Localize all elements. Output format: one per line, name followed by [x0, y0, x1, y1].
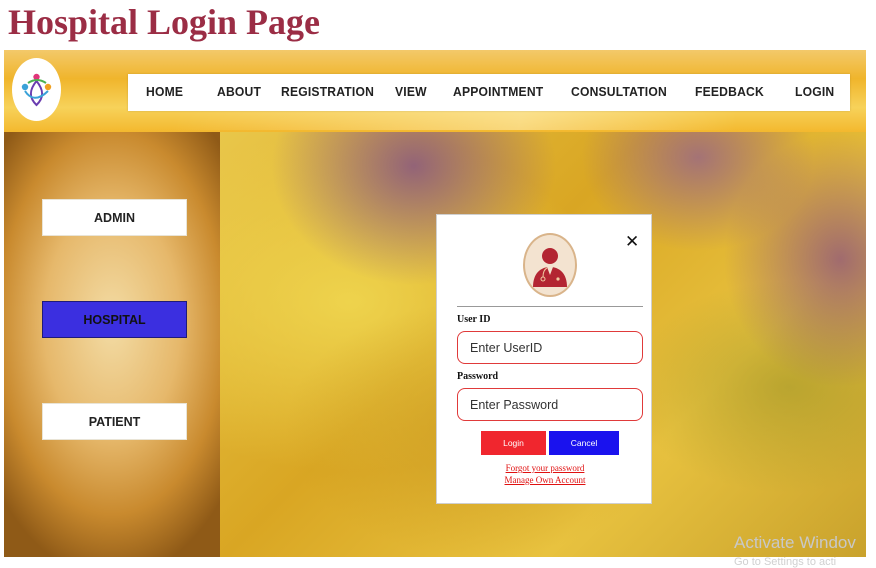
password-input[interactable] — [457, 388, 643, 421]
activate-windows-subtext: Go to Settings to acti — [734, 556, 837, 568]
manage-account-link[interactable]: Manage Own Account — [437, 475, 653, 485]
nav-about[interactable]: ABOUT — [217, 85, 261, 99]
sidebar-item-admin[interactable]: ADMIN — [42, 199, 187, 236]
nav-login[interactable]: LOGIN — [795, 85, 834, 99]
activate-windows-watermark: Activate Windov — [734, 533, 856, 552]
login-button[interactable]: Login — [481, 431, 546, 455]
role-sidebar: ADMIN HOSPITAL PATIENT — [4, 132, 220, 557]
userid-input[interactable] — [457, 331, 643, 364]
nav-appointment[interactable]: APPOINTMENT — [453, 85, 543, 99]
nav-feedback[interactable]: FEEDBACK — [695, 85, 764, 99]
modal-divider — [457, 306, 643, 307]
nav-registration[interactable]: REGISTRATION — [281, 85, 374, 99]
close-icon[interactable]: ✕ — [625, 232, 639, 252]
password-label: Password — [457, 371, 499, 382]
hospital-logo-icon — [21, 73, 52, 107]
userid-label: User ID — [457, 314, 491, 325]
nav-consultation[interactable]: CONSULTATION — [571, 85, 667, 99]
cancel-button[interactable]: Cancel — [549, 431, 619, 455]
login-modal: ✕ User ID Password Login Cancel Forgot y… — [436, 214, 652, 504]
nav-view[interactable]: VIEW — [395, 85, 427, 99]
forgot-password-link[interactable]: Forgot your password — [437, 463, 653, 473]
site-header: HOME ABOUT REGISTRATION VIEW APPOINTMENT… — [4, 50, 866, 132]
sidebar-item-patient[interactable]: PATIENT — [42, 403, 187, 440]
site-frame: HOME ABOUT REGISTRATION VIEW APPOINTMENT… — [4, 50, 866, 557]
sidebar-item-hospital[interactable]: HOSPITAL — [42, 301, 187, 338]
main-navbar: HOME ABOUT REGISTRATION VIEW APPOINTMENT… — [128, 74, 850, 111]
doctor-avatar-icon — [523, 233, 577, 297]
page-title: Hospital Login Page — [8, 2, 321, 42]
site-logo[interactable] — [12, 58, 61, 121]
nav-home[interactable]: HOME — [146, 85, 183, 99]
